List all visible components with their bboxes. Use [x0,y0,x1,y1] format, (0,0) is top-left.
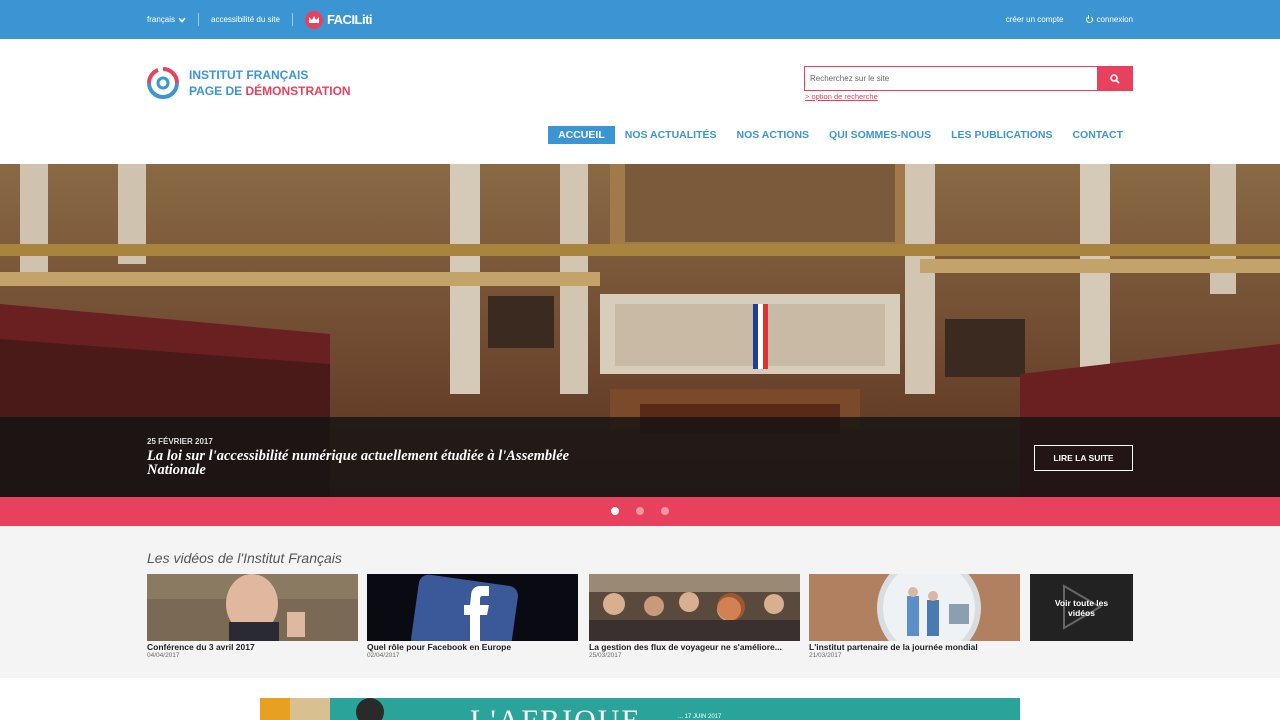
video-date: 02/04/2017 [367,652,400,659]
slide-caption: 25 FÉVRIER 2017 La loi sur l'accessibili… [0,417,1280,497]
main-nav: ACCUEIL NOS ACTUALITÉS NOS ACTIONS QUI S… [548,126,1133,144]
hero-slider: 25 FÉVRIER 2017 La loi sur l'accessibili… [0,164,1280,497]
create-account-link[interactable]: créer un compte [1006,15,1064,24]
slide-headline[interactable]: La loi sur l'accessibilité numérique act… [147,449,617,478]
login-label: connexion [1096,15,1133,24]
video-card[interactable]: Conférence du 3 avril 2017 04/04/2017 [147,574,358,659]
video-thumbnail [589,574,800,641]
faciliti-button[interactable]: FACILiti [304,10,373,29]
crown-icon [304,10,323,29]
video-title: Conférence du 3 avril 2017 [147,642,255,652]
search-button[interactable] [1097,66,1133,91]
nav-news[interactable]: NOS ACTUALITÉS [615,126,727,144]
video-thumbnail [809,574,1020,641]
search-options-link[interactable]: > option de recherche [805,92,878,101]
login-link[interactable]: connexion [1085,14,1133,24]
faciliti-label: FACILiti [326,12,373,27]
nav-contact[interactable]: CONTACT [1062,126,1133,144]
video-card[interactable]: L'institut partenaire de la journée mond… [809,574,1020,659]
site-logo[interactable]: INSTITUT FRANÇAIS PAGE DE DÉMONSTRATION [146,66,351,100]
logo-line-1: INSTITUT FRANÇAIS [189,68,309,82]
nav-publications[interactable]: LES PUBLICATIONS [941,126,1062,144]
logo-line-2: PAGE DE DÉMONSTRATION [189,84,351,98]
all-videos-label: Voir toute les vidéos [1054,597,1109,618]
power-icon [1085,14,1093,23]
divider [198,13,200,26]
search-input[interactable] [804,66,1097,91]
banner-title: L'AFRIQUE [470,704,642,720]
video-thumbnail [147,574,358,641]
video-date: 21/03/2017 [809,652,842,659]
divider [291,13,293,26]
video-title: L'institut partenaire de la journée mond… [809,642,978,652]
slide-dot-1[interactable] [611,507,619,515]
videos-heading: Les vidéos de l'Institut Français [147,550,342,566]
all-videos-button[interactable]: Voir toute les vidéos [1030,574,1133,641]
video-thumbnail [367,574,578,641]
video-date: 04/04/2017 [147,652,180,659]
video-date: 25/03/2017 [589,652,622,659]
logo-mark-icon [147,67,179,99]
video-card[interactable]: Quel rôle pour Facebook en Europe 02/04/… [367,574,578,659]
nav-about[interactable]: QUI SOMMES-NOUS [819,126,941,144]
slide-dot-3[interactable] [661,507,669,515]
promo-banner[interactable]: L'AFRIQUE ... 17 JUIN 2017 [260,698,1020,720]
banner-subtitle: ... 17 JUIN 2017 [678,714,722,720]
language-label: français [147,15,176,24]
search-form [804,66,1133,91]
slide-dot-2[interactable] [636,507,644,515]
slide-date: 25 FÉVRIER 2017 [147,437,213,446]
top-bar: français accessibilité du site FACILiti … [0,0,1280,39]
video-card[interactable]: La gestion des flux de voyageur ne s'amé… [589,574,800,659]
nav-home[interactable]: ACCUEIL [548,126,615,144]
video-title: La gestion des flux de voyageur ne s'amé… [589,642,782,652]
videos-section: Les vidéos de l'Institut Français Confér… [0,526,1280,678]
chevron-down-icon [178,16,186,23]
read-more-button[interactable]: LIRE LA SUITE [1034,445,1133,471]
nav-actions[interactable]: NOS ACTIONS [727,126,820,144]
video-title: Quel rôle pour Facebook en Europe [367,642,512,652]
accessibility-link[interactable]: accessibilité du site [211,15,280,24]
language-selector[interactable]: français [147,15,186,24]
search-icon [1110,73,1120,84]
slider-pager [0,497,1280,526]
